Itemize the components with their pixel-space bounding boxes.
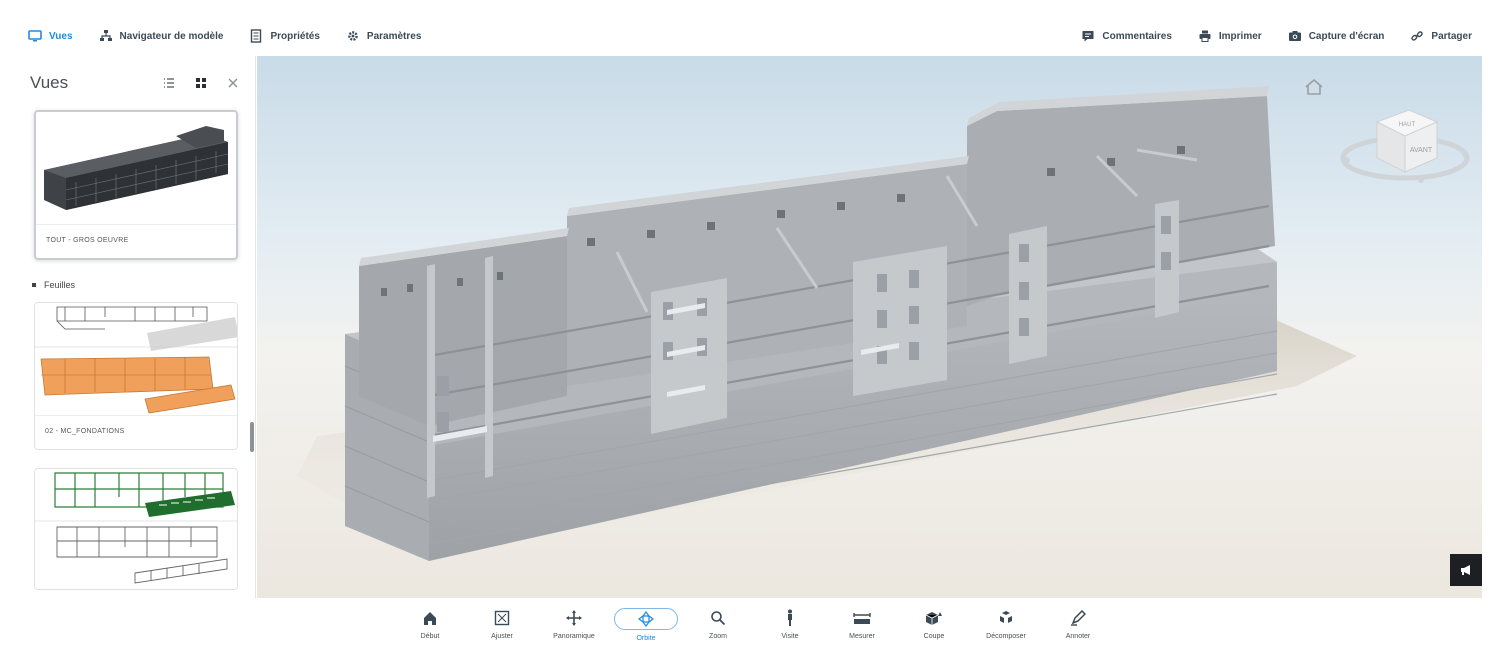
building-model [297, 86, 1357, 561]
viewcube-home-icon[interactable] [1303, 76, 1325, 98]
sheet-thumbnail [35, 303, 237, 415]
feedback-button[interactable] [1450, 554, 1482, 586]
sheets-section-title: Feuilles [44, 280, 76, 290]
zoom-icon [711, 611, 726, 626]
view-card-gros-oeuvre[interactable]: TOUT - GROS OEUVRE [34, 110, 238, 260]
sheet-card-2[interactable] [34, 468, 238, 590]
tab-model-browser-label: Navigateur de modèle [119, 30, 224, 42]
camera-icon [1288, 31, 1301, 41]
tab-properties-label: Propriétés [270, 30, 320, 42]
top-toolbar-left: Vues Navigateur de modèle Propriétés Par… [28, 29, 421, 43]
view-thumbnail [36, 112, 236, 224]
top-toolbar: Vues Navigateur de modèle Propriétés Par… [18, 18, 1482, 54]
annotate-icon [1071, 610, 1086, 626]
list-view-icon[interactable] [161, 75, 177, 91]
section-icon [925, 612, 942, 625]
tool-explode[interactable]: Décomposer [970, 608, 1042, 642]
tool-annotate-label: Annoter [1065, 633, 1091, 640]
view-card-label: TOUT - GROS OEUVRE [36, 224, 236, 258]
comments-label: Commentaires [1102, 30, 1172, 42]
tool-home-label: Début [420, 633, 440, 640]
screenshot-label: Capture d'écran [1308, 30, 1385, 42]
print-button[interactable]: Imprimer [1198, 29, 1262, 43]
tool-home[interactable]: Début [394, 608, 466, 642]
model-viewport[interactable]: HAUT AVANT [257, 56, 1482, 598]
orbit-icon [638, 611, 654, 627]
tool-measure-label: Mesurer [849, 633, 875, 640]
hierarchy-icon [99, 30, 112, 41]
share-button[interactable]: Partager [1410, 29, 1472, 43]
explode-icon [1000, 611, 1012, 623]
viewcube-top-label: HAUT [1399, 122, 1416, 128]
close-icon[interactable] [225, 75, 241, 91]
link-icon [1411, 31, 1424, 41]
bottom-toolbar: Début Ajuster Panoramique Orbite Zoom Vi… [0, 598, 1500, 662]
tool-walk[interactable]: Visite [754, 608, 826, 642]
sheet-thumbnail-2 [35, 469, 237, 589]
fit-icon [494, 610, 510, 626]
tab-vues-label: Vues [49, 30, 73, 42]
screenshot-button[interactable]: Capture d'écran [1288, 29, 1385, 43]
tool-fit-label: Ajuster [491, 633, 513, 640]
tab-settings[interactable]: Paramètres [346, 29, 421, 43]
tool-measure[interactable]: Mesurer [826, 608, 898, 642]
tab-settings-label: Paramètres [366, 30, 422, 42]
share-label: Partager [1431, 30, 1472, 42]
tool-walk-label: Visite [781, 633, 799, 640]
sheets-section-header[interactable]: Feuilles [32, 280, 255, 290]
tool-zoom[interactable]: Zoom [682, 608, 754, 642]
tool-fit[interactable]: Ajuster [466, 608, 538, 642]
gear-icon [348, 31, 358, 41]
tool-zoom-label: Zoom [709, 633, 727, 640]
document-icon [251, 29, 262, 43]
panel-scrollbar[interactable] [250, 422, 254, 452]
measure-icon [853, 613, 871, 624]
megaphone-icon [1461, 565, 1470, 575]
tool-pan[interactable]: Panoramique [538, 608, 610, 642]
home-icon [424, 612, 436, 625]
comments-button[interactable]: Commentaires [1081, 29, 1172, 43]
tool-explode-label: Décomposer [986, 633, 1026, 640]
collapse-bullet-icon [32, 283, 36, 287]
grid-view-icon[interactable] [193, 75, 209, 91]
pan-icon [566, 610, 582, 626]
tab-properties[interactable]: Propriétés [249, 29, 320, 43]
tool-section-label: Coupe [923, 633, 945, 640]
tab-model-browser[interactable]: Navigateur de modèle [99, 29, 224, 43]
panel-header-icons [161, 75, 241, 91]
monitor-icon [28, 30, 42, 42]
viewcube-front-label: AVANT [1410, 147, 1433, 154]
sheet-card-fondations[interactable]: 02 - MC_FONDATIONS [34, 302, 238, 450]
viewcube[interactable]: HAUT AVANT [1333, 96, 1473, 206]
tool-section[interactable]: Coupe [898, 608, 970, 642]
tab-vues[interactable]: Vues [28, 29, 73, 43]
views-panel: Vues TOUT - GROS OEUVRE Feuilles 02 - MC… [18, 56, 256, 598]
walk-icon [788, 609, 792, 626]
comment-icon [1082, 31, 1094, 42]
views-panel-header: Vues [18, 56, 255, 110]
print-label: Imprimer [1218, 30, 1262, 42]
tool-pan-label: Panoramique [553, 633, 595, 640]
tool-orbit-label: Orbite [636, 635, 656, 642]
panel-title: Vues [30, 73, 69, 92]
tool-annotate[interactable]: Annoter [1042, 608, 1114, 642]
navigation-tools: Début Ajuster Panoramique Orbite Zoom Vi… [394, 608, 1114, 642]
printer-icon [1199, 30, 1211, 42]
sheet-card-label: 02 - MC_FONDATIONS [35, 415, 237, 449]
tool-orbit[interactable]: Orbite [610, 608, 682, 642]
top-toolbar-right: Commentaires Imprimer Capture d'écran Pa… [1081, 29, 1472, 43]
